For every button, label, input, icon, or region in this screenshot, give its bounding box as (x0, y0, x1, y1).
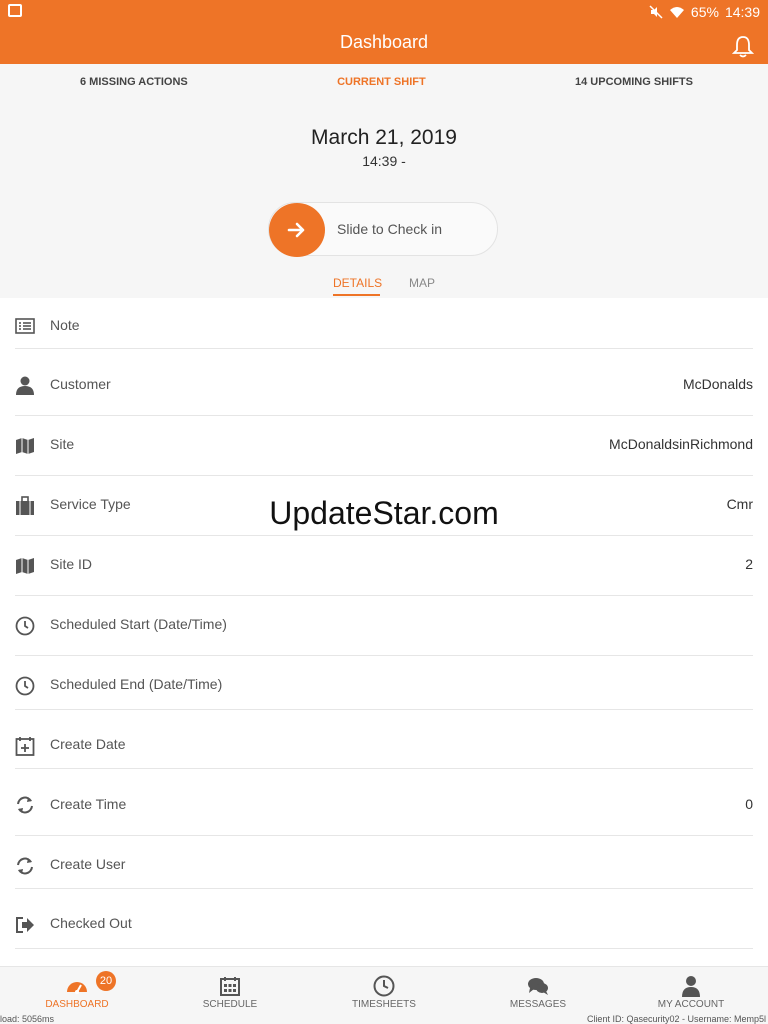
tab-details[interactable]: DETAILS (333, 276, 382, 290)
nav-messages[interactable]: MESSAGES (483, 975, 593, 1010)
nav-label: MESSAGES (509, 999, 567, 1010)
user-icon (682, 976, 700, 997)
row-label: Note (50, 317, 80, 333)
person-icon (16, 376, 34, 395)
tab-upcoming-shifts[interactable]: 14 UPCOMING SHIFTS (575, 76, 693, 88)
nav-my-account[interactable]: MY ACCOUNT (636, 975, 746, 1010)
list-item[interactable]: Scheduled Start (Date/Time) (15, 596, 753, 656)
slider-label: Slide to Check in (337, 221, 443, 237)
row-label: Checked Out (50, 915, 132, 931)
clock-icon (15, 616, 35, 636)
detail-tabs: DETAILS MAP (0, 276, 768, 298)
row-label: Scheduled End (Date/Time) (50, 676, 223, 692)
page-title: Dashboard (339, 32, 429, 52)
shift-date: March 21, 2019 (311, 126, 457, 149)
map-icon (16, 558, 34, 574)
shift-tabs: 6 MISSING ACTIONS CURRENT SHIFT 14 UPCOM… (0, 64, 768, 100)
row-label: Create User (50, 856, 126, 872)
notification-bell-icon[interactable] (732, 34, 754, 58)
row-label: Customer (50, 376, 111, 392)
slider-knob[interactable] (269, 203, 325, 257)
nav-label: MY ACCOUNT (657, 999, 725, 1010)
calendar-plus-icon (15, 737, 35, 756)
refresh-icon (17, 796, 33, 814)
map-icon (16, 438, 34, 454)
row-value: McDonaldsinRichmond (609, 436, 753, 452)
shift-details-list: Note Customer McDonalds Site McDonaldsin… (0, 298, 768, 966)
list-item[interactable]: Scheduled End (Date/Time) (15, 656, 753, 710)
list-item[interactable]: Checked Out (15, 889, 753, 949)
nav-label: TIMESHEETS (352, 999, 416, 1010)
row-label: Site ID (50, 556, 93, 572)
clock: 14:39 (724, 4, 760, 20)
list-item[interactable]: Create Date (15, 710, 753, 769)
bottom-navigation: DASHBOARD 20 SCHEDULE TIMESHEETS MESSAGE… (0, 966, 768, 1024)
arrow-right-icon (287, 222, 305, 238)
app-bar: Dashboard (0, 24, 768, 64)
tab-map[interactable]: MAP (409, 276, 435, 290)
gallery-icon (8, 4, 22, 17)
status-icons: 65% 14:39 (649, 4, 760, 20)
list-item[interactable]: Note (15, 298, 753, 349)
list-item[interactable]: Create User (15, 836, 753, 889)
notification-badge: 20 (96, 971, 116, 991)
status-bar: 65% 14:39 (0, 0, 768, 24)
dashboard-icon (67, 982, 87, 994)
row-value: McDonalds (682, 376, 753, 392)
load-time: load: 5056ms (0, 1014, 55, 1024)
tab-current-shift[interactable]: CURRENT SHIFT (337, 76, 426, 88)
calendar-icon (220, 977, 240, 996)
row-label: Create Date (50, 736, 126, 752)
sign-out-icon (16, 917, 34, 933)
watermark: UpdateStar.com (269, 495, 499, 531)
shift-time: 14:39 - (362, 153, 406, 169)
check-in-slider[interactable]: Slide to Check in (268, 202, 498, 257)
list-item[interactable]: Create Time 0 (15, 769, 753, 836)
tab-details-indicator (333, 294, 380, 296)
wifi-icon (669, 7, 684, 18)
nav-schedule[interactable]: SCHEDULE (175, 975, 285, 1010)
list-item[interactable]: Site ID 2 (15, 536, 753, 596)
chat-icon (528, 978, 548, 995)
battery-level: 65% (690, 4, 719, 20)
client-info: Client ID: Qasecurity02 - Username: Memp… (586, 1014, 766, 1024)
mute-icon (649, 5, 663, 19)
refresh-icon (17, 857, 33, 875)
row-label: Scheduled Start (Date/Time) (50, 616, 227, 632)
tab-missing-actions[interactable]: 6 MISSING ACTIONS (80, 76, 188, 88)
nav-label: SCHEDULE (202, 999, 258, 1010)
nav-label: DASHBOARD (45, 999, 109, 1010)
list-item[interactable]: Site McDonaldsinRichmond (15, 416, 753, 476)
clock-icon (373, 975, 395, 997)
list-item[interactable]: Customer McDonalds (15, 349, 753, 416)
row-label: Create Time (50, 796, 127, 812)
list-icon (15, 318, 35, 334)
nav-timesheets[interactable]: TIMESHEETS (329, 975, 439, 1010)
row-value: 0 (745, 796, 753, 812)
row-label: Site (50, 436, 75, 452)
clock-icon (15, 676, 35, 696)
row-value: 2 (745, 556, 753, 572)
